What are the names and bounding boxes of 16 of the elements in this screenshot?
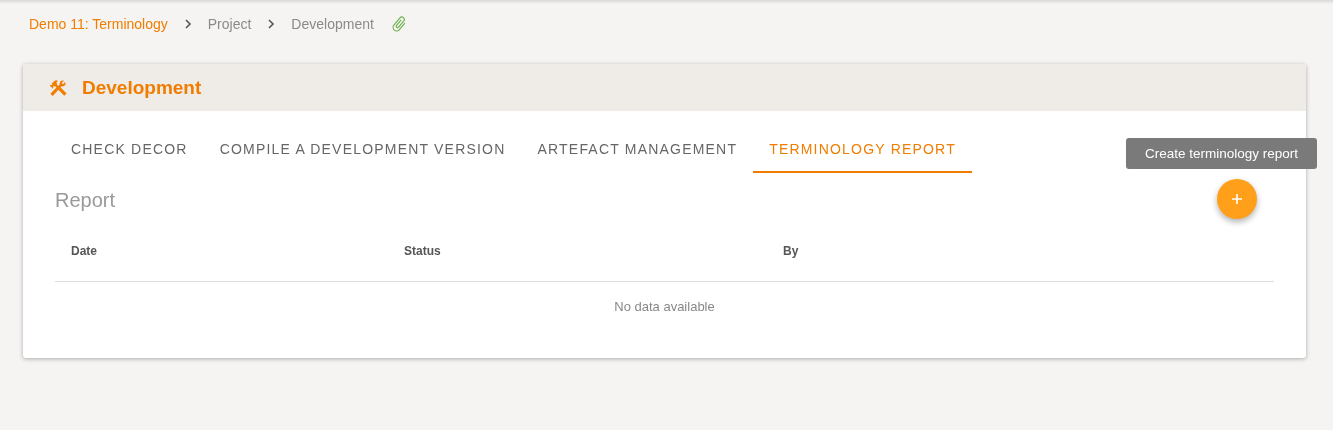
chevron-icon <box>267 19 276 29</box>
breadcrumb-item: Development <box>291 16 374 32</box>
column-header[interactable]: Date <box>55 244 388 258</box>
column-header[interactable]: Status <box>388 244 767 258</box>
section-title: Report <box>55 189 116 213</box>
panel-title: Development <box>82 76 202 99</box>
tooltip: Create terminology report <box>1126 138 1317 169</box>
chevron-icon <box>183 19 192 29</box>
empty-message: No data available <box>613 298 716 316</box>
tab[interactable]: ARTEFACT MANAGEMENT <box>521 125 754 173</box>
tools-icon <box>48 77 68 98</box>
plus-icon <box>1231 193 1243 205</box>
tab[interactable]: CHECK DECOR <box>55 125 204 173</box>
tab[interactable]: COMPILE A DEVELOPMENT VERSION <box>203 125 522 173</box>
column-header[interactable]: By <box>767 244 1274 258</box>
breadcrumb-item: Project <box>207 16 252 32</box>
